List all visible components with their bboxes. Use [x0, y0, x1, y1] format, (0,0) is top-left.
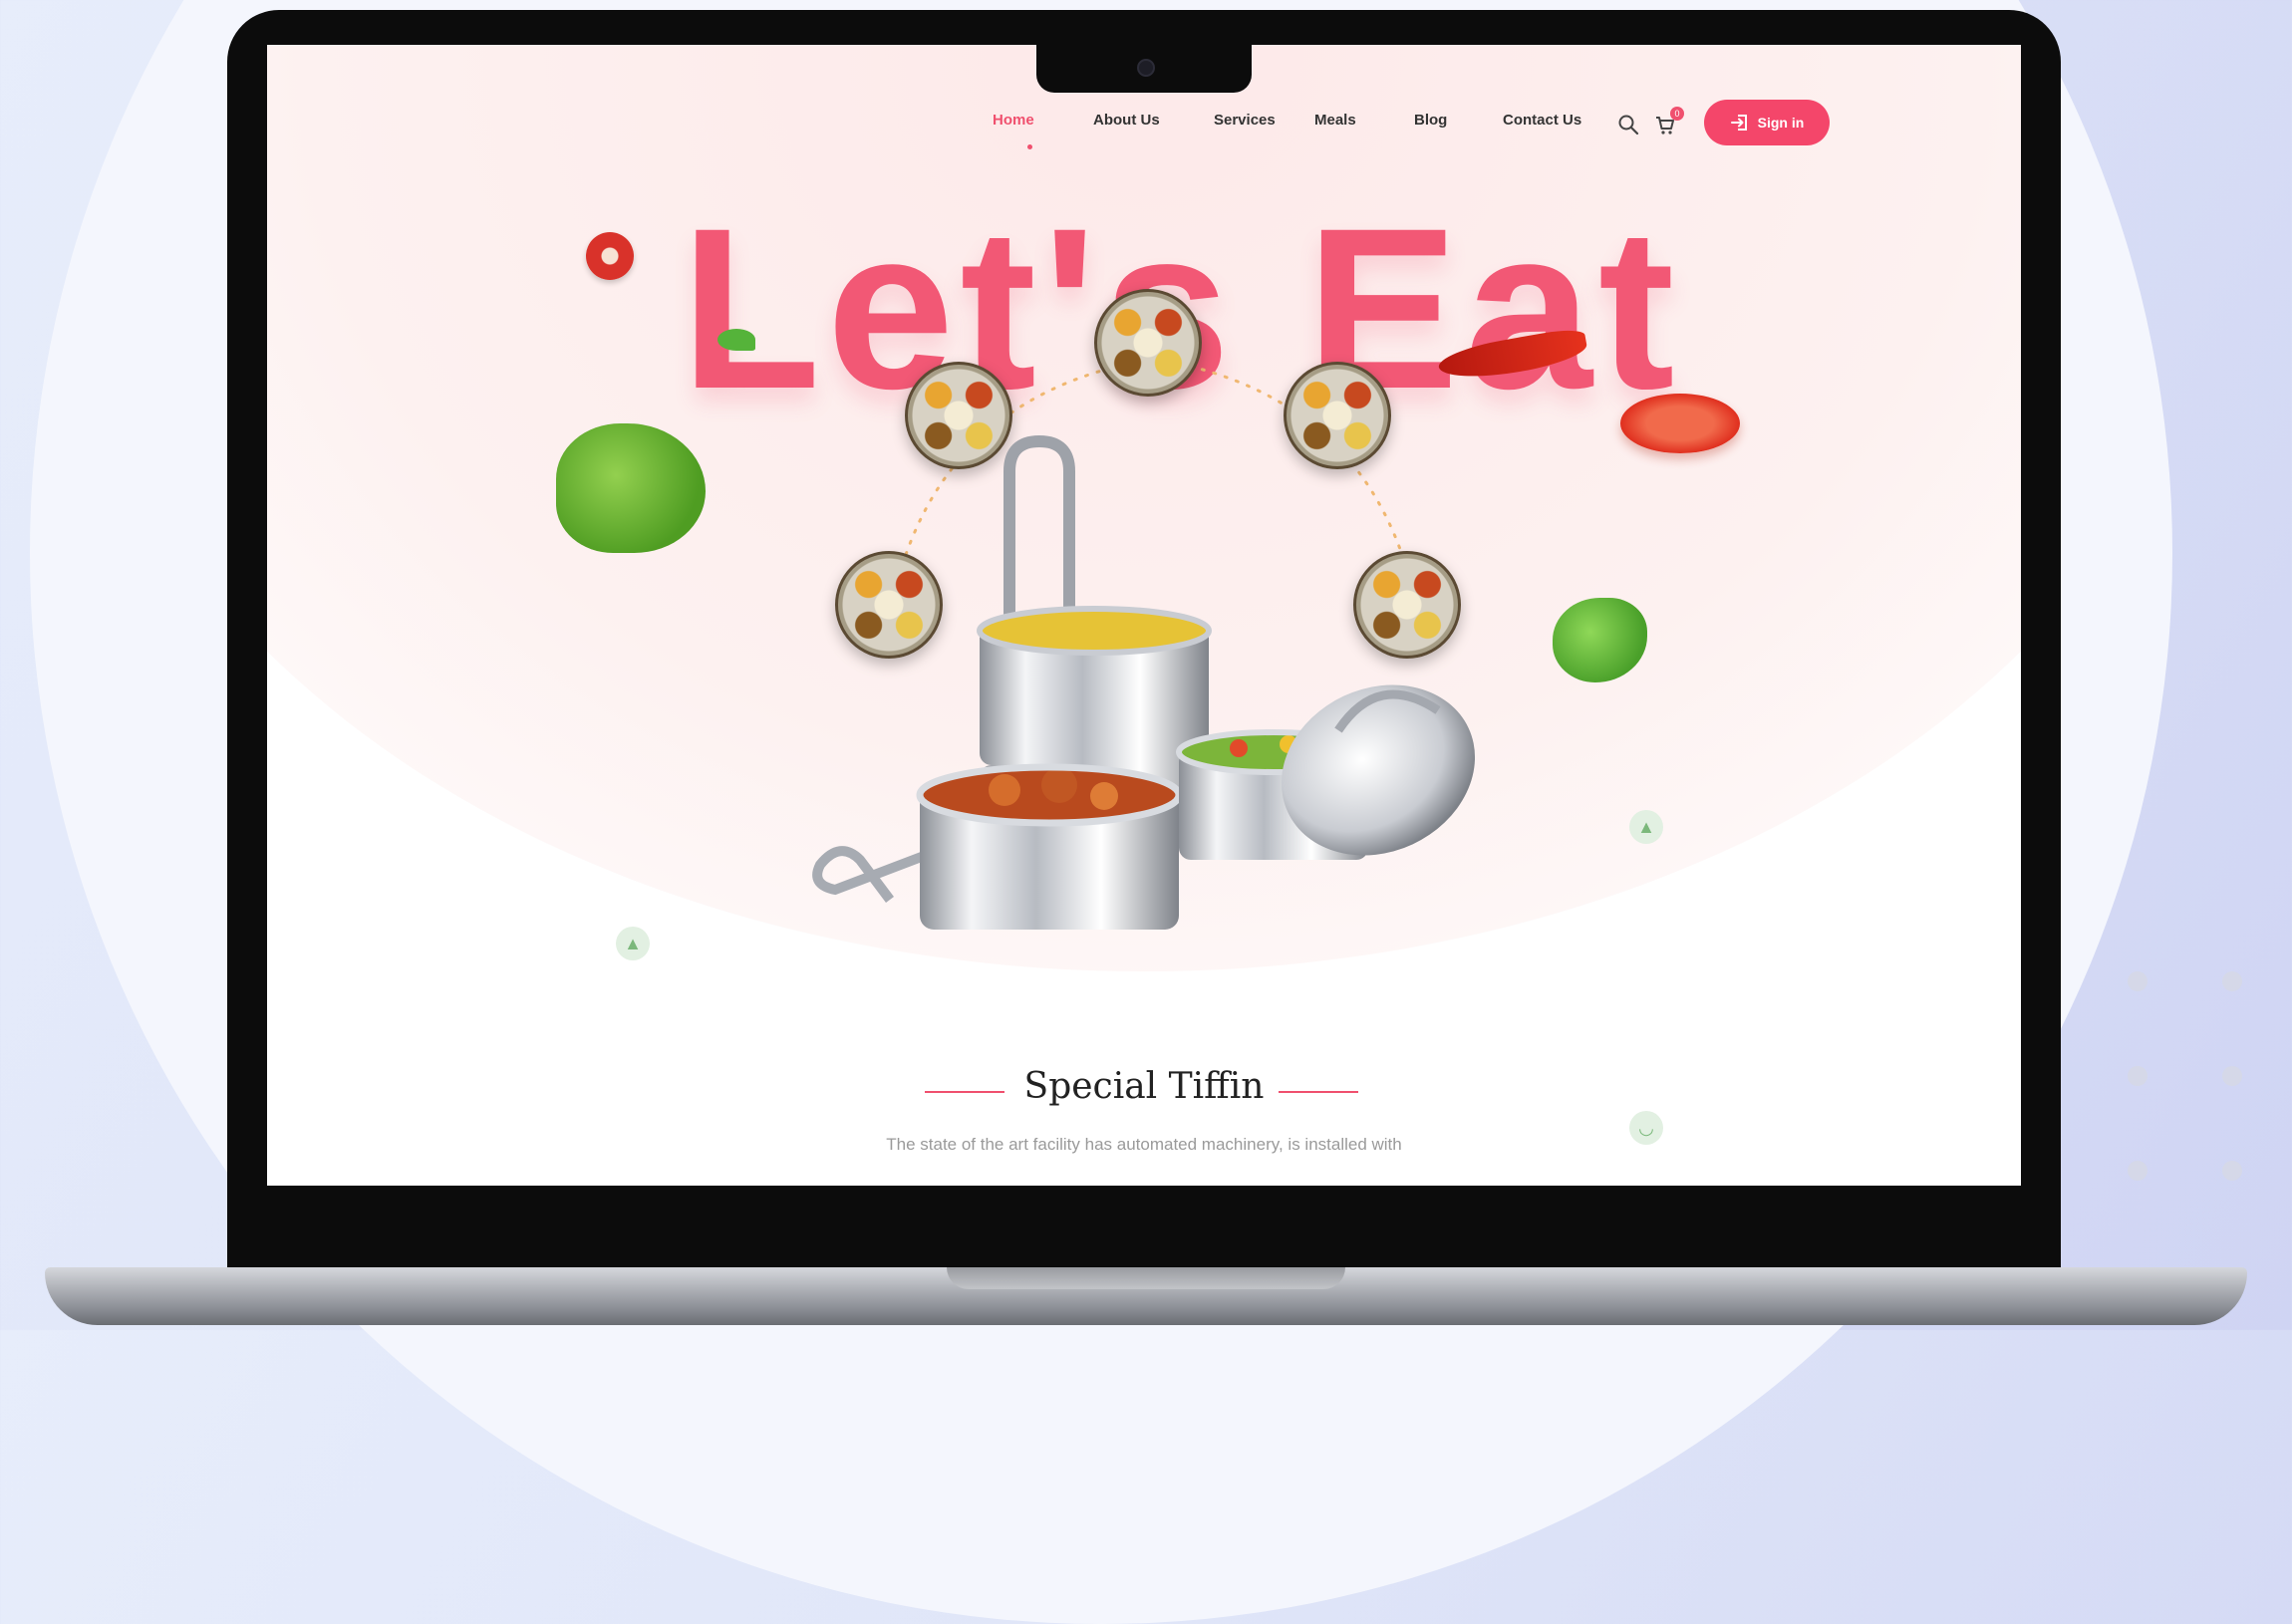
nav-home[interactable]: Home	[993, 112, 1034, 129]
nav-blog[interactable]: Blog	[1414, 112, 1447, 129]
laptop-opening-notch	[947, 1267, 1345, 1289]
camera-notch	[1036, 45, 1252, 93]
food-outline-icon: ▲	[1629, 810, 1663, 844]
nav-services[interactable]: Services	[1214, 112, 1276, 129]
section-subtitle: The state of the art facility has automa…	[886, 1135, 1402, 1154]
cart-count-badge: 0	[1670, 107, 1684, 121]
website-screen: Home About Us Services Meals Blog Contac…	[267, 45, 2021, 1186]
leaf-icon	[717, 329, 755, 351]
title-decoration-right	[1279, 1091, 1358, 1093]
search-icon[interactable]	[1617, 114, 1639, 135]
sign-in-label: Sign in	[1757, 115, 1805, 131]
nav-about-us[interactable]: About Us	[1093, 112, 1160, 129]
camera-icon	[1137, 59, 1155, 77]
laptop: Home About Us Services Meals Blog Contac…	[227, 10, 2061, 1283]
nav-contact-us[interactable]: Contact Us	[1503, 112, 1581, 129]
nav-meals[interactable]: Meals	[1314, 112, 1356, 129]
main-nav: Home About Us Services Meals Blog Contac…	[267, 100, 2021, 149]
cart-outline-icon: ◡	[1629, 1111, 1663, 1145]
section-title: Special Tiffin	[1023, 1066, 1265, 1107]
tiffin-box-image	[812, 434, 1476, 930]
active-indicator	[1027, 144, 1032, 149]
lettuce-icon	[556, 423, 706, 553]
thali-plate-3	[1094, 289, 1202, 397]
sign-in-icon	[1730, 115, 1747, 131]
laptop-base	[45, 1267, 2247, 1325]
food-outline-icon: ▲	[616, 927, 650, 960]
tomato-icon	[586, 232, 634, 280]
tomato-slice-icon	[1620, 394, 1740, 453]
sign-in-button[interactable]: Sign in	[1704, 100, 1830, 145]
